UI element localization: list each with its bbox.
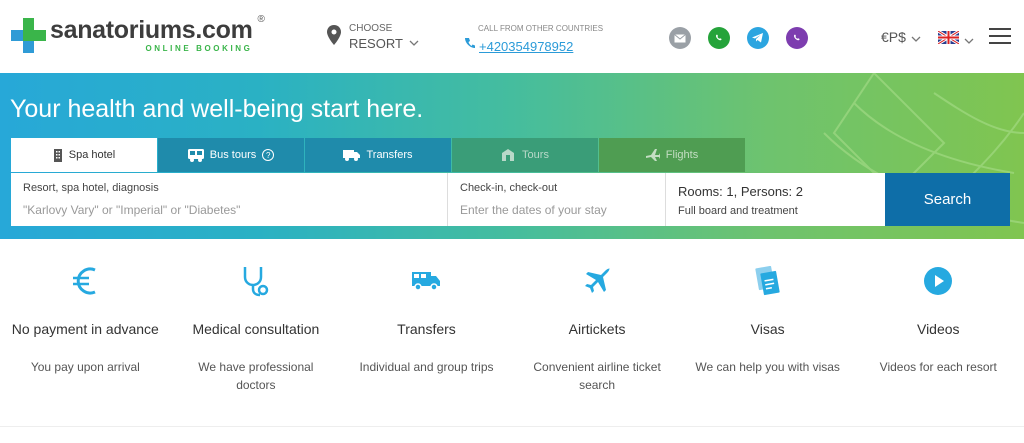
messenger-links xyxy=(669,27,825,49)
feature-title: Medical consultation xyxy=(192,321,320,337)
tab-spa-hotel[interactable]: Spa hotel xyxy=(11,138,157,172)
tab-flights[interactable]: Flights xyxy=(599,138,745,172)
guests-field[interactable]: Rooms: 1, Persons: 2 Full board and trea… xyxy=(666,173,885,226)
building-icon xyxy=(53,148,63,162)
feature-item: Visas We can help you with visas xyxy=(682,262,853,394)
feature-title: Visas xyxy=(750,321,785,337)
tab-transfers[interactable]: Transfers xyxy=(305,138,451,172)
feature-title: Videos xyxy=(916,321,960,337)
resort-label: CHOOSE xyxy=(349,23,393,34)
tours-icon xyxy=(501,149,516,161)
hero-banner: Your health and well-being start here. S… xyxy=(0,73,1024,239)
feature-item: Medical consultation We have professiona… xyxy=(171,262,342,394)
stethoscope-icon xyxy=(171,262,342,300)
whatsapp-icon[interactable] xyxy=(708,27,730,49)
van-icon xyxy=(341,262,512,300)
search-tabs: Spa hotel Bus tours ? Transfers Tours Fl… xyxy=(11,138,746,172)
phone-label: CALL FROM OTHER COUNTRIES xyxy=(478,24,604,33)
plane-icon xyxy=(645,149,660,161)
chevron-down-icon xyxy=(911,29,921,45)
feature-item: Airtickets Convenient airline ticket sea… xyxy=(512,262,683,394)
currency-value: €P$ xyxy=(881,29,906,45)
help-question-icon[interactable]: ? xyxy=(262,149,275,161)
logo[interactable]: sanatoriums.com ® ONLINE BOOKING xyxy=(11,14,265,53)
feature-description: We can help you with visas xyxy=(695,360,840,374)
chevron-down-icon xyxy=(964,31,974,49)
logo-cross-icon xyxy=(11,18,46,53)
phone-icon xyxy=(465,37,475,55)
destination-input[interactable]: "Karlovy Vary" or "Imperial" or "Diabete… xyxy=(23,203,435,217)
feature-description: Individual and group trips xyxy=(359,360,494,374)
play-icon[interactable] xyxy=(853,262,1024,300)
destination-field[interactable]: Resort, spa hotel, diagnosis "Karlovy Va… xyxy=(11,173,448,226)
feature-description: Convenient airline ticket search xyxy=(533,360,661,392)
board-type-value: Full board and treatment xyxy=(678,205,798,217)
tab-tours[interactable]: Tours xyxy=(452,138,598,172)
feature-item: No payment in advance You pay upon arriv… xyxy=(0,262,171,394)
logo-name: sanatoriums.com ® xyxy=(50,14,265,44)
site-header: sanatoriums.com ® ONLINE BOOKING CHOOSE R… xyxy=(0,0,1024,73)
features-row: No payment in advance You pay upon arriv… xyxy=(0,262,1024,394)
telegram-icon[interactable] xyxy=(747,27,769,49)
uk-flag-icon xyxy=(937,29,960,49)
van-icon xyxy=(343,149,361,161)
destination-label: Resort, spa hotel, diagnosis xyxy=(23,182,159,194)
dates-field[interactable]: Check-in, check-out Enter the dates of y… xyxy=(448,173,666,226)
feature-title: Airtickets xyxy=(568,321,626,337)
passport-icon xyxy=(682,262,853,300)
tab-bus-tours[interactable]: Bus tours ? xyxy=(158,138,304,172)
viber-icon[interactable] xyxy=(786,27,808,49)
feature-description: We have professional doctors xyxy=(198,360,314,392)
email-icon[interactable] xyxy=(669,27,691,49)
feature-item: Transfers Individual and group trips xyxy=(341,262,512,394)
hero-title: Your health and well-being start here. xyxy=(10,95,424,123)
search-form: Resort, spa hotel, diagnosis "Karlovy Va… xyxy=(11,173,1010,226)
hamburger-menu-icon[interactable] xyxy=(989,28,1011,46)
euro-icon xyxy=(0,262,171,300)
map-pin-icon xyxy=(327,24,341,50)
dates-input[interactable]: Enter the dates of your stay xyxy=(460,203,653,217)
feature-title: Transfers xyxy=(397,321,456,337)
bus-icon xyxy=(187,148,204,162)
divider xyxy=(0,426,1024,427)
language-selector[interactable] xyxy=(937,29,974,49)
logo-subtitle: ONLINE BOOKING xyxy=(145,44,253,53)
plane-icon xyxy=(512,262,683,300)
phone-number-link[interactable]: +420354978952 xyxy=(479,39,573,54)
dates-label: Check-in, check-out xyxy=(460,182,558,194)
feature-item: Videos Videos for each resort xyxy=(853,262,1024,394)
feature-description: You pay upon arrival xyxy=(30,360,140,374)
choose-resort-dropdown[interactable]: CHOOSE RESORT xyxy=(327,23,419,51)
search-button[interactable]: Search xyxy=(885,173,1010,226)
rooms-persons-value: Rooms: 1, Persons: 2 xyxy=(678,184,803,199)
chevron-down-icon xyxy=(409,33,419,51)
feature-description: Videos for each resort xyxy=(879,360,997,374)
feature-title: No payment in advance xyxy=(11,321,159,337)
phone-contact: CALL FROM OTHER COUNTRIES +420354978952 xyxy=(465,24,603,55)
currency-selector[interactable]: €P$ xyxy=(881,29,921,45)
resort-value: RESORT xyxy=(349,36,403,51)
